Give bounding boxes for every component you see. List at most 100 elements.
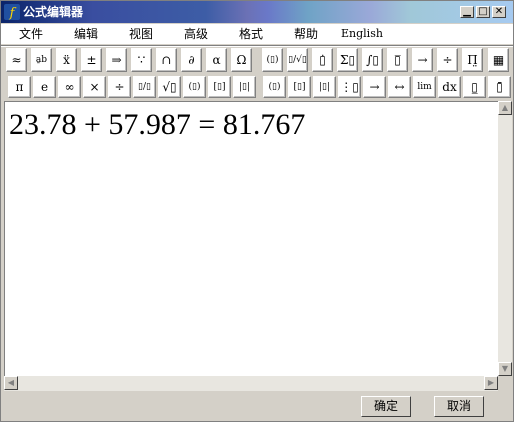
horizontal-scrollbar[interactable]: ◀ ▶ [4,376,498,391]
embellishment-button[interactable]: ẍ [56,48,77,72]
arrow-icon: ⇒ [111,53,122,67]
limit-button[interactable]: lim [413,76,436,98]
menu-help[interactable]: 帮助 [294,27,318,41]
operator-button[interactable]: ± [81,48,102,72]
close-icon: ✕ [494,6,504,17]
greek-upper-button[interactable]: Ω [231,48,252,72]
fraction-radical-icon: ▯/√▯ [288,55,307,65]
spacing-button[interactable]: a̱b [31,48,52,72]
fraction-button[interactable]: ▯/▯ [133,76,156,98]
app-icon: f [4,4,20,20]
infinity-icon: ∞ [64,80,75,94]
sqrt-icon: √▯ [162,80,177,94]
underbar-template-button[interactable]: ▯̅ [387,48,408,72]
integral-template-icon: ∫▯ [366,53,379,67]
set-button[interactable]: ∩ [156,48,177,72]
double-arrow-button[interactable]: ↔ [388,76,411,98]
fraction-radical-button[interactable]: ▯/√▯ [287,48,308,72]
minimize-icon: ▁ [463,6,471,17]
pi-icon: π [15,80,24,94]
menu-view[interactable]: 视图 [129,27,153,41]
sqrt-button[interactable]: √▯ [158,76,181,98]
product-template-icon: Π̤ [467,53,478,67]
minimize-button[interactable]: ▁ [460,6,474,18]
ok-button[interactable]: 确定 [361,396,411,417]
fraction-icon: ▯/▯ [138,82,151,92]
brackets-button[interactable]: [▯] [208,76,231,98]
underbar-template-icon: ▯̅ [394,53,401,67]
pi-button[interactable]: π [8,76,31,98]
arrow-right-icon: ▶ [487,378,495,387]
fence-template-button[interactable]: (▯) [262,48,283,72]
misc-icon: ∂ [188,53,195,67]
parentheses-button[interactable]: (▯) [183,76,206,98]
times-button[interactable]: × [83,76,106,98]
overbar-button[interactable]: ▯̄ [488,76,511,98]
maximize-button[interactable]: □ [476,6,490,18]
bar-template-button[interactable]: |▯| [313,76,336,98]
matrix-template-button[interactable]: ▦ [488,48,509,72]
subsup-icon: ▯̲ [471,80,478,94]
menu-file[interactable]: 文件 [19,27,43,41]
right-arrow-button[interactable]: → [363,76,386,98]
greek-lower-button[interactable]: α [206,48,227,72]
subscript-template-button[interactable]: ▯̇ [312,48,333,72]
paren-template-button[interactable]: (▯) [263,76,286,98]
scroll-down-button[interactable]: ▼ [498,362,512,376]
dx-icon: dx [442,80,457,94]
formula-text[interactable]: 23.78 + 57.987 = 81.767 [9,108,305,142]
abs-button[interactable]: |▯| [233,76,256,98]
matrix-small-button[interactable]: ⋮▯ [338,76,361,98]
arrow-up-icon: ▲ [501,103,509,112]
menu-english[interactable]: English [341,27,383,41]
logic-button[interactable]: ∵ [131,48,152,72]
subsup-button[interactable]: ▯̲ [463,76,486,98]
menu-format[interactable]: 格式 [239,27,263,41]
division-template-button[interactable]: ÷ [437,48,458,72]
approx-symbols-button[interactable]: ≈ [6,48,27,72]
arrow-down-icon: ▼ [501,364,509,373]
symbol-toolbar: ≈ a̱b ẍ ± ⇒ ∵ ∩ ∂ α Ω (▯) ▯/√▯ ▯̇ Σ▯ ∫▯ ▯̅ → ÷ Π̤ ▦ [4,47,512,75]
scroll-up-button[interactable]: ▲ [498,101,512,115]
vertical-scrollbar[interactable]: ▲ ▼ [498,101,512,376]
product-template-button[interactable]: Π̤ [462,48,483,72]
labeled-arrow-button[interactable]: → [412,48,433,72]
parentheses-icon: (▯) [188,82,201,92]
close-button[interactable]: ✕ [492,6,506,18]
misc-button[interactable]: ∂ [181,48,202,72]
formula-canvas[interactable]: 23.78 + 57.987 = 81.767 [4,101,498,376]
bracket-template-button[interactable]: [▯] [288,76,311,98]
cancel-button[interactable]: 取消 [434,396,484,417]
title-bar: f 公式编辑器 ▁ □ ✕ [1,1,513,23]
menu-advanced[interactable]: 高级 [184,27,208,41]
infinity-button[interactable]: ∞ [58,76,81,98]
arrow-button[interactable]: ⇒ [106,48,127,72]
spacing-icon: a̱b [35,55,48,65]
arrow-left-icon: ◀ [7,378,15,387]
divide-button[interactable]: ÷ [108,76,131,98]
labeled-arrow-icon: → [417,53,428,67]
approx-symbols-icon: ≈ [11,53,22,67]
embellishment-icon: ẍ [63,53,70,67]
integral-template-button[interactable]: ∫▯ [362,48,383,72]
division-template-icon: ÷ [442,53,453,67]
divide-icon: ÷ [114,80,125,94]
dx-button[interactable]: dx [438,76,461,98]
greek-upper-icon: Ω [236,53,247,67]
scrollbar-corner [498,376,512,391]
scroll-left-button[interactable]: ◀ [4,376,18,390]
right-arrow-icon: → [369,80,380,94]
greek-lower-icon: α [212,53,221,67]
abs-icon: |▯| [238,82,251,92]
matrix-template-icon: ▦ [492,53,505,67]
summation-template-button[interactable]: Σ▯ [337,48,358,72]
fence-template-icon: (▯) [266,55,279,65]
menu-edit[interactable]: 编辑 [74,27,98,41]
e-button[interactable]: e [33,76,56,98]
e-icon: e [40,80,49,94]
paren-template-icon: (▯) [268,82,281,92]
menu-bar: 文件 编辑 视图 高级 格式 帮助 English [1,24,513,44]
scroll-right-button[interactable]: ▶ [484,376,498,390]
operator-icon: ± [86,53,97,67]
window-title: 公式编辑器 [23,5,84,19]
